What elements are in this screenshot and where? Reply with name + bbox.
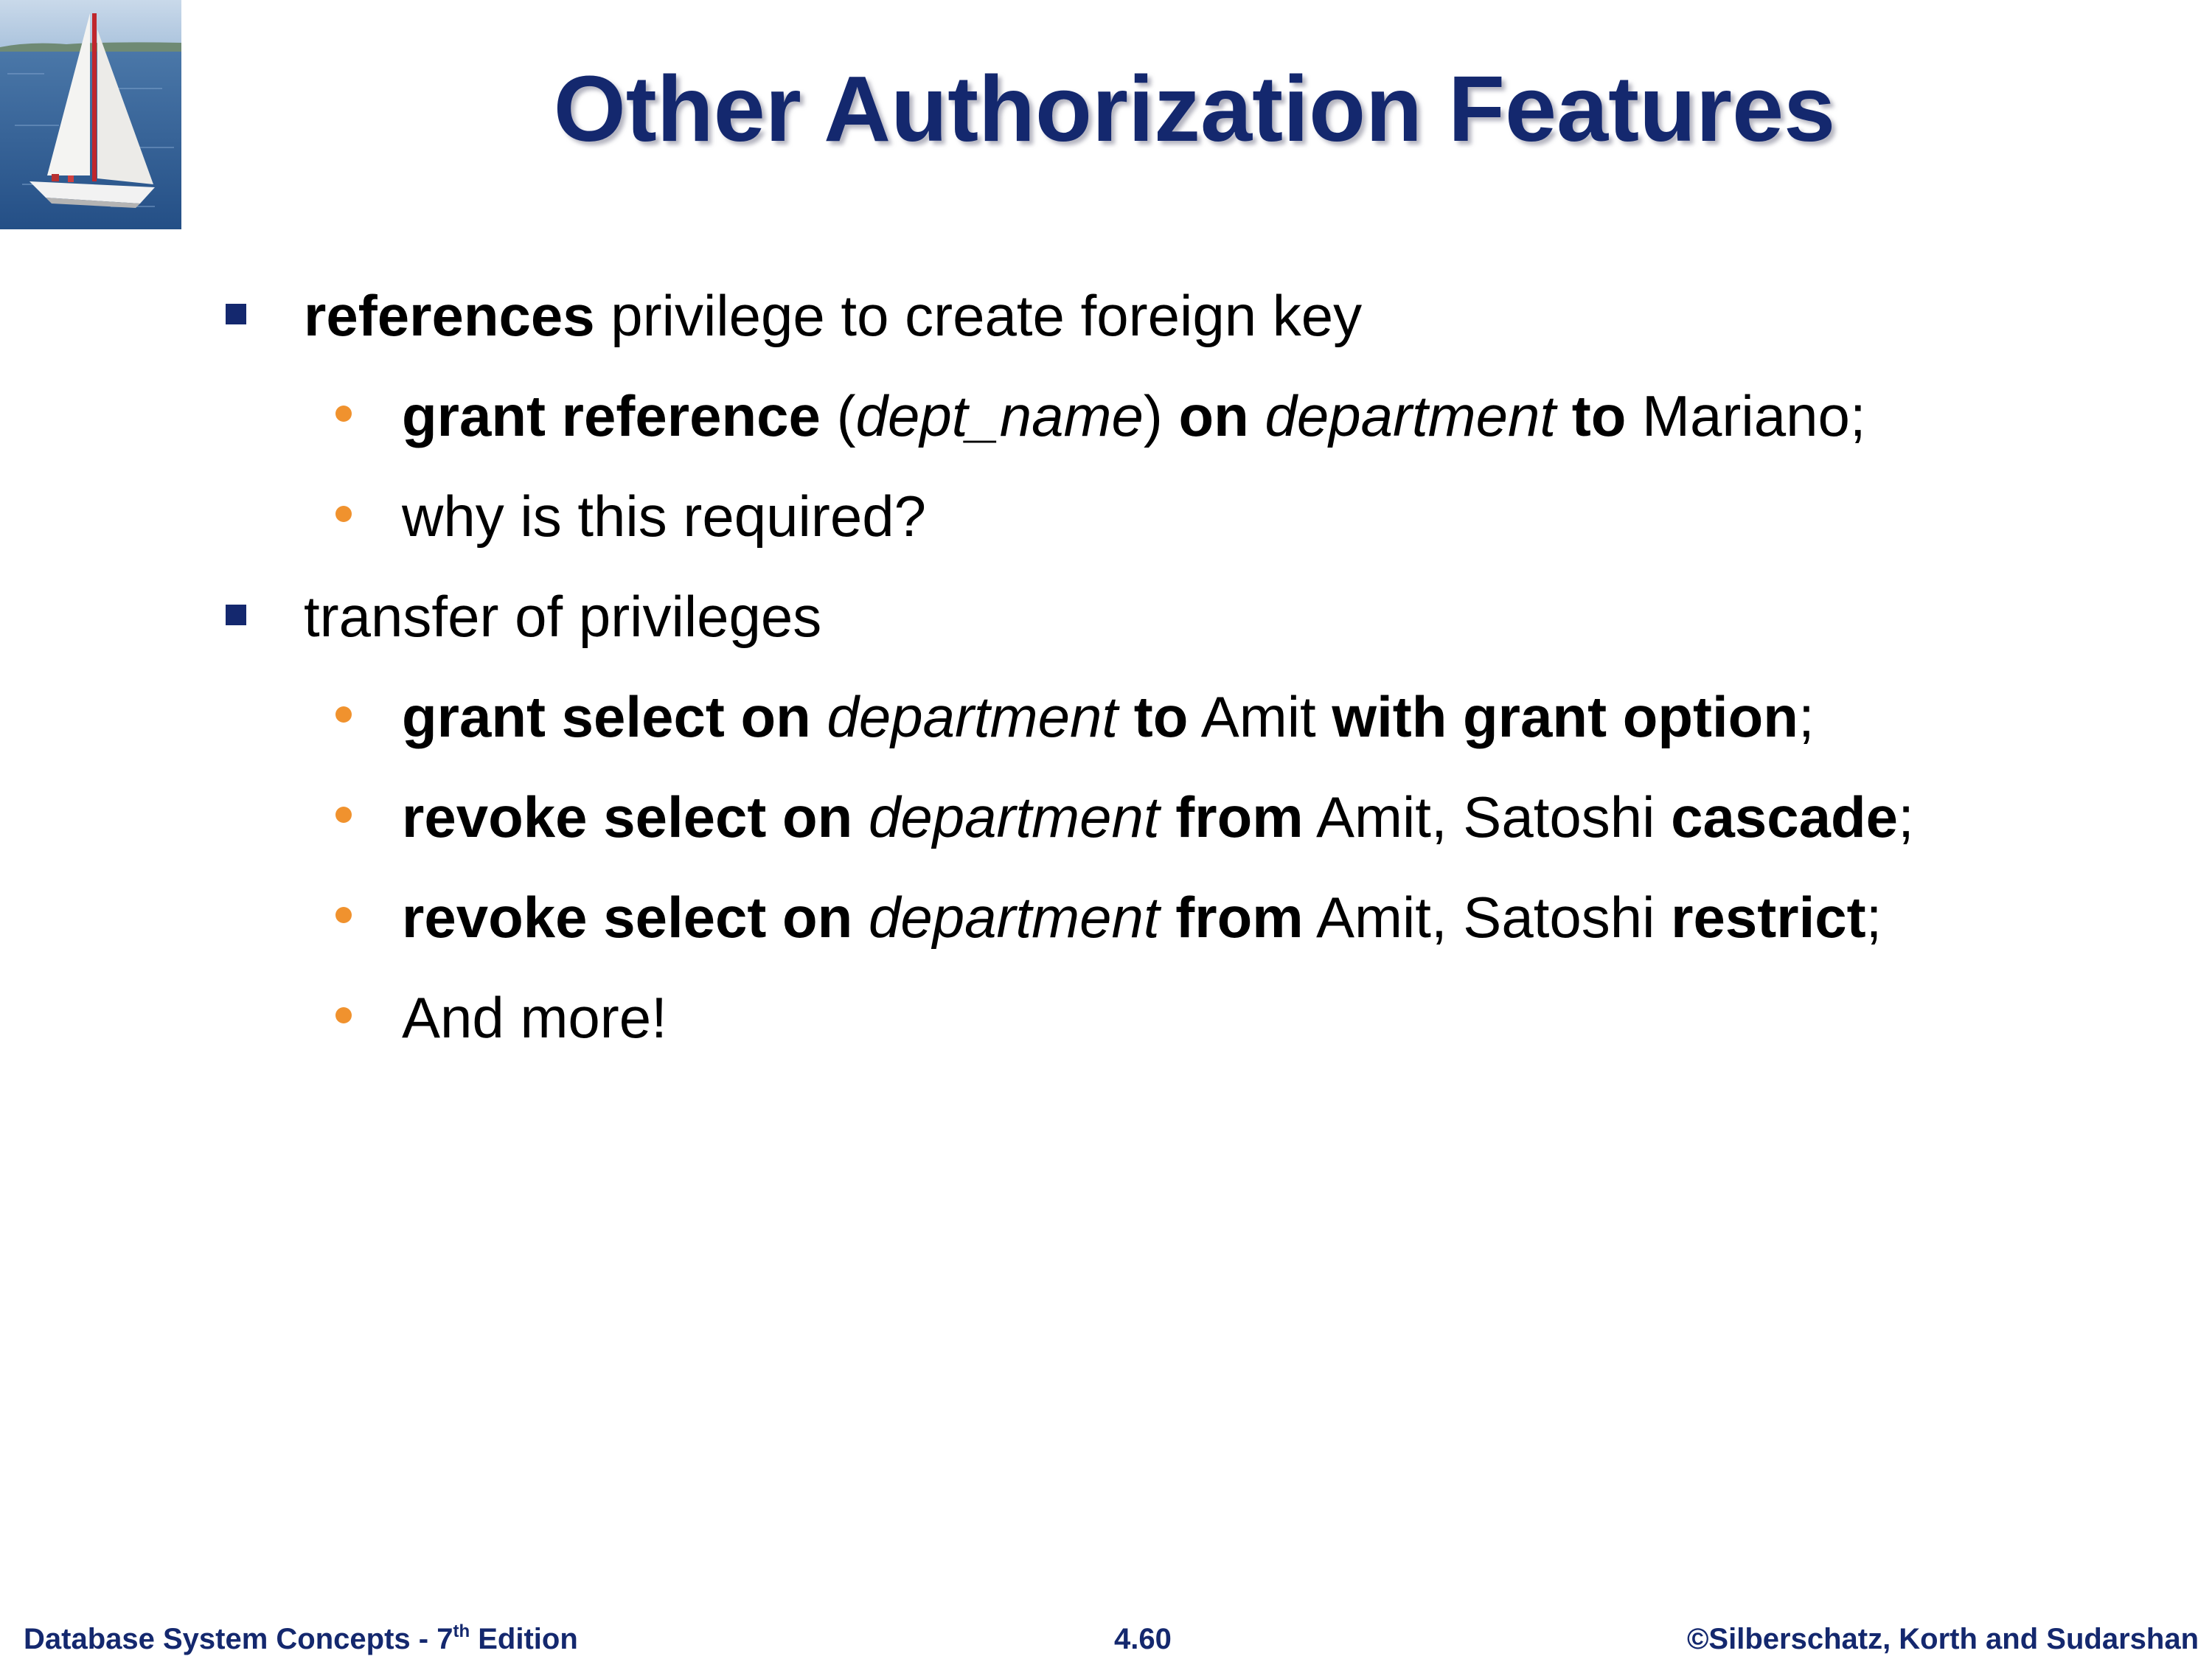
dot-bullet-icon: [335, 506, 352, 522]
dot-bullet-icon: [335, 907, 352, 923]
dot-bullet-icon: [335, 406, 352, 422]
sub-bullet-item-why-required: why is this required?: [0, 479, 2212, 553]
sailboat-photo: [0, 0, 181, 229]
sub-bullet-item-grant-reference: grant reference (dept_name) on departmen…: [0, 379, 2212, 453]
bullet-text: why is this required?: [402, 484, 926, 549]
square-bullet-icon: [226, 304, 246, 324]
square-bullet-icon: [226, 605, 246, 625]
bullet-text: grant reference (dept_name) on departmen…: [402, 383, 1866, 448]
bullet-item-references: references privilege to create foreign k…: [0, 279, 2212, 352]
bullet-text: references privilege to create foreign k…: [304, 283, 1363, 348]
dot-bullet-icon: [335, 706, 352, 723]
dot-bullet-icon: [335, 1007, 352, 1023]
bullet-text: And more!: [402, 985, 667, 1050]
bullet-text: grant select on department to Amit with …: [402, 684, 1815, 749]
sub-bullet-item-and-more: And more!: [0, 981, 2212, 1054]
footer-book-title: Database System Concepts - 7th Edition: [24, 1621, 578, 1656]
sub-bullet-item-revoke-restrict: revoke select on department from Amit, S…: [0, 880, 2212, 954]
sub-bullet-item-revoke-cascade: revoke select on department from Amit, S…: [0, 780, 2212, 854]
bullet-item-transfer-privileges: transfer of privileges: [0, 580, 2212, 653]
slide: Other Authorization Features references …: [0, 0, 2212, 1659]
bullet-text: transfer of privileges: [304, 584, 822, 649]
bullet-text: revoke select on department from Amit, S…: [402, 885, 1882, 950]
bullet-text: revoke select on department from Amit, S…: [402, 785, 1914, 849]
dot-bullet-icon: [335, 807, 352, 823]
footer-copyright: ©Silberschatz, Korth and Sudarshan: [1686, 1623, 2199, 1655]
footer-slide-number: 4.60: [1114, 1623, 1172, 1655]
slide-title: Other Authorization Features: [553, 57, 1836, 161]
sub-bullet-item-grant-select: grant select on department to Amit with …: [0, 680, 2212, 754]
